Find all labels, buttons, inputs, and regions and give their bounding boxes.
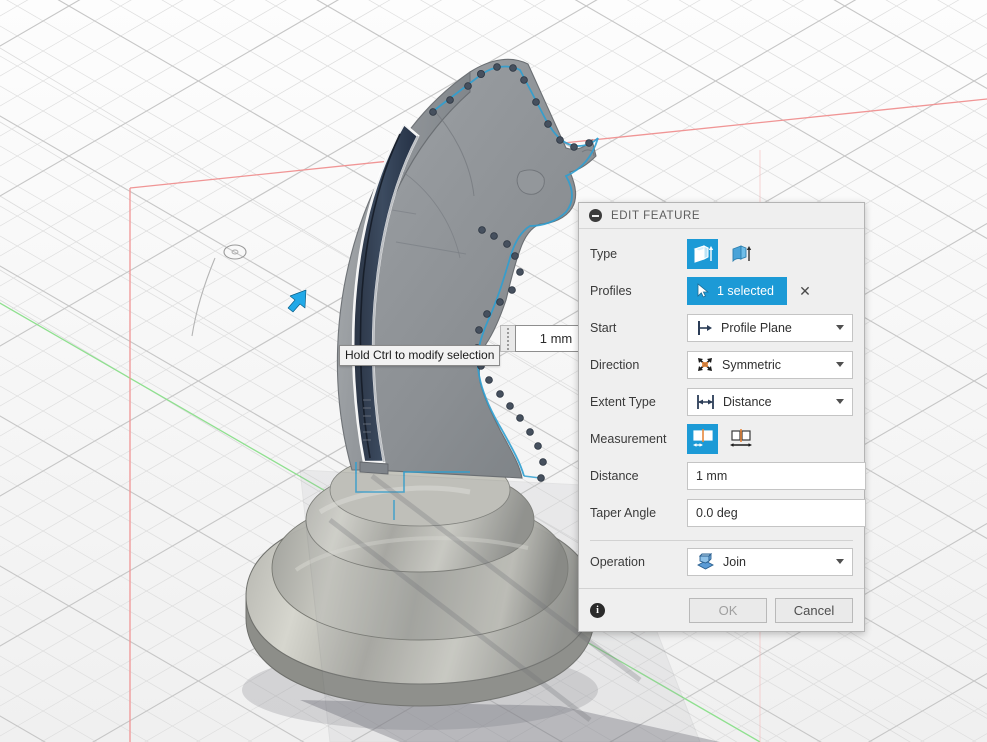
knight-head (358, 58, 597, 479)
label-distance: Distance (590, 468, 639, 483)
chevron-down-icon[interactable] (836, 559, 844, 564)
extrude-profile-icon-button[interactable] (687, 238, 718, 269)
direction-value: Symmetric (722, 357, 782, 372)
row-extent-type: Extent Type Distance (590, 383, 853, 420)
label-type: Type (590, 246, 618, 261)
start-value: Profile Plane (721, 320, 792, 335)
half-length-icon-button[interactable] (687, 423, 718, 454)
cad-application-window: Hold Ctrl to modify selection EDIT FEATU… (0, 0, 987, 742)
distance-arrows-icon (697, 394, 714, 409)
row-measurement: Measurement (590, 420, 853, 457)
ok-button[interactable]: OK (689, 597, 767, 623)
label-taper-angle: Taper Angle (590, 505, 657, 520)
chevron-down-icon[interactable] (836, 325, 844, 330)
head-eye-detail (516, 169, 545, 195)
profiles-select-label: 1 selected (717, 283, 774, 298)
label-profiles: Profiles (590, 283, 632, 298)
select-arrow-icon (697, 283, 709, 298)
label-operation: Operation (590, 554, 645, 569)
edit-feature-dialog[interactable]: EDIT FEATURE Type Profiles 1 selected ✕ … (578, 202, 866, 632)
manipulator-grip-icon (500, 325, 515, 352)
whole-length-icon-button[interactable] (725, 424, 756, 454)
operation-value: Join (723, 554, 746, 569)
row-distance: Distance (590, 457, 866, 494)
half-length-icon (692, 428, 713, 447)
distance-input[interactable] (687, 461, 866, 490)
label-direction: Direction (590, 357, 640, 372)
extrude-profile-icon (693, 244, 713, 263)
cancel-button[interactable]: Cancel (775, 597, 853, 623)
dialog-divider (590, 540, 853, 541)
symmetric-arrows-icon (698, 358, 712, 371)
label-measurement: Measurement (590, 431, 667, 446)
chevron-down-icon[interactable] (836, 399, 844, 404)
profile-plane-icon (698, 320, 712, 335)
row-operation: Operation Join (590, 543, 853, 580)
extrude-surface-icon (732, 244, 751, 262)
dialog-body: Type Profiles 1 selected ✕ Start Profile… (579, 229, 866, 535)
extent-type-combobox[interactable]: Distance (687, 387, 853, 416)
dialog-header[interactable]: EDIT FEATURE (579, 203, 864, 229)
direction-combobox[interactable]: Symmetric (687, 350, 853, 379)
dialog-body-operation: Operation Join (579, 543, 864, 588)
start-combobox[interactable]: Profile Plane (687, 313, 853, 342)
row-direction: Direction Symmetric (590, 346, 853, 383)
extent-type-value: Distance (723, 394, 772, 409)
chevron-down-icon[interactable] (836, 362, 844, 367)
label-start: Start (590, 320, 617, 335)
info-icon[interactable]: i (590, 602, 605, 618)
row-taper-angle: Taper Angle (590, 494, 866, 531)
whole-length-icon (729, 428, 752, 447)
section-cut-bottom-cap (359, 461, 389, 475)
join-boolean-icon (697, 553, 714, 570)
minus-circle-icon[interactable] (589, 209, 602, 222)
close-x-icon[interactable]: ✕ (794, 280, 816, 302)
selection-tooltip: Hold Ctrl to modify selection (339, 345, 501, 366)
extrude-surface-icon-button[interactable] (725, 239, 756, 269)
row-type: Type (590, 235, 853, 272)
row-profiles: Profiles 1 selected ✕ (590, 272, 853, 309)
row-start: Start Profile Plane (590, 309, 853, 346)
dialog-footer: i OK Cancel (579, 588, 864, 631)
label-extent-type: Extent Type (590, 394, 656, 409)
operation-combobox[interactable]: Join (687, 547, 853, 576)
dialog-title: EDIT FEATURE (611, 209, 701, 222)
profiles-select-button[interactable]: 1 selected (687, 276, 787, 305)
taper-angle-input[interactable] (687, 498, 866, 527)
